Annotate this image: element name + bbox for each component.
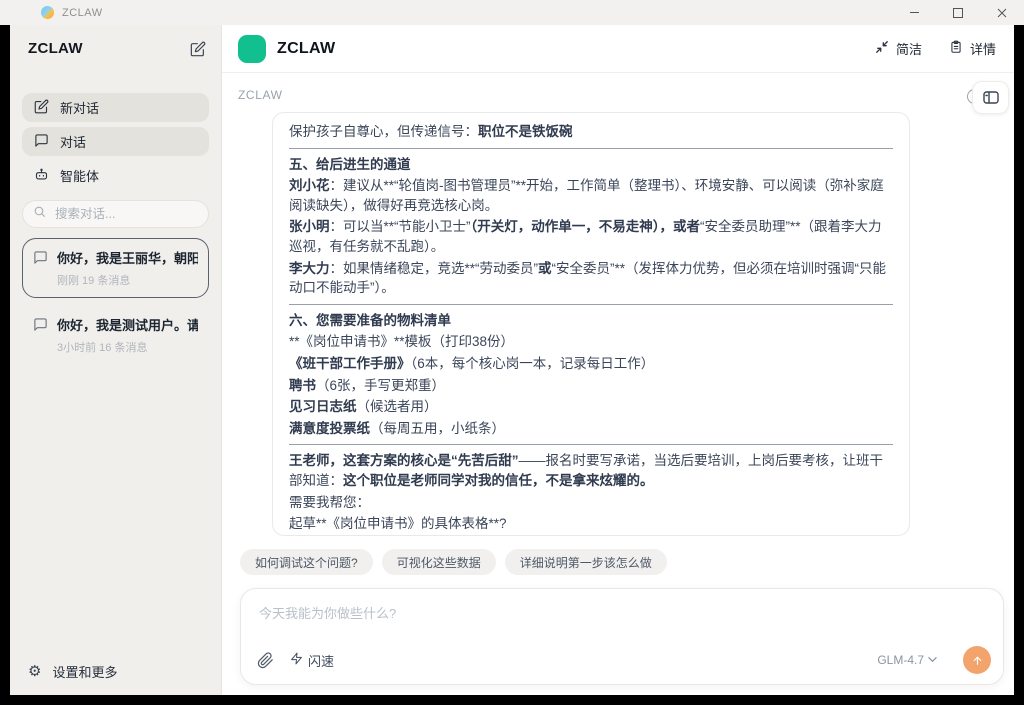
sidebar-item-label: 新对话	[60, 98, 99, 117]
robot-icon	[34, 167, 49, 185]
settings-and-more-button[interactable]: ⚙ 设置和更多	[10, 648, 221, 695]
clipboard-icon	[949, 40, 963, 57]
divider	[289, 444, 893, 445]
search-box[interactable]	[22, 200, 209, 228]
maximize-button[interactable]	[936, 0, 980, 25]
assistant-message: 保护孩子自尊心，但传递信号：职位不是铁饭碗五、给后进生的通道刘小花：建议从**“…	[272, 112, 910, 536]
compact-mode-button[interactable]: 简洁	[875, 39, 922, 58]
divider	[289, 148, 893, 149]
sidebar-item-agents[interactable]: 智能体	[22, 161, 209, 190]
divider	[289, 304, 893, 305]
minimize-button[interactable]	[892, 0, 936, 25]
compose-icon	[34, 99, 49, 117]
settings-label: 设置和更多	[52, 662, 117, 681]
message-paragraph: **《岗位申请书》**模板（打印38份）	[289, 332, 893, 352]
message-paragraph: 李大力：如果情绪稳定，竞选**“劳动委员”或“安全委员”**（发挥体力优势，但必…	[289, 259, 893, 298]
chat-bubble-icon	[33, 250, 48, 288]
action-label: 简洁	[896, 39, 922, 58]
sidebar-title: ZCLAW	[28, 40, 83, 57]
side-panel-toggle-button[interactable]	[972, 81, 1009, 114]
conversation-item[interactable]: 你好，我是王丽华，朝阳区... 刚刚 19 条消息	[22, 238, 209, 298]
message-paragraph: 起草**《岗位申请书》的具体表格**?	[289, 514, 893, 534]
sidebar-item-new-chat[interactable]: 新对话	[22, 93, 209, 122]
os-titlebar: ZCLAW	[0, 0, 1024, 25]
app-window: ZCLAW 新对话 对话 智能体	[10, 25, 1014, 695]
quick-mode-label: 闪速	[308, 651, 334, 670]
search-input[interactable]	[53, 206, 198, 222]
chat-area: ZCLAW 保护孩子自尊心，但传递信号：职位不是铁饭碗五、给后进生的通道刘小花：…	[222, 72, 1014, 695]
composer: 闪速 GLM-4.7	[240, 588, 1004, 685]
message-paragraph: 王老师，这套方案的核心是“先苦后甜”——报名时要写承诺，当选后要培训，上岗后要考…	[289, 451, 893, 490]
send-button[interactable]	[963, 646, 991, 674]
sidebar: ZCLAW 新对话 对话 智能体	[10, 25, 222, 695]
conversation-title: 你好，我是测试用户。请确...	[57, 315, 198, 334]
message-paragraph: 刘小花：建议从**“轮值岗-图书管理员”**开始，工作简单（整理书）、环境安静、…	[289, 176, 893, 215]
gear-icon: ⚙	[28, 664, 41, 679]
lightning-icon	[290, 652, 303, 668]
sidebar-item-label: 对话	[60, 132, 86, 151]
main-panel: ZCLAW 简洁 详情 ZCLAW	[222, 25, 1014, 695]
attach-file-button[interactable]	[257, 652, 274, 669]
message-paragraph: 见习日志纸（候选者用）	[289, 397, 893, 417]
conversation-item[interactable]: 你好，我是测试用户。请确... 3小时前 16 条消息	[22, 305, 209, 365]
search-icon	[33, 205, 46, 223]
model-label: GLM-4.7	[877, 653, 924, 667]
conversation-meta: 3小时前 16 条消息	[57, 339, 198, 355]
brand-title: ZCLAW	[277, 40, 335, 58]
message-paragraph: 六、您需要准备的物料清单	[289, 311, 893, 331]
message-paragraph: 需要我帮您：	[289, 493, 893, 513]
close-button[interactable]	[980, 0, 1024, 25]
message-paragraph: 张小明：可以当**“节能小卫士”（开关灯，动作单一，不易走神），或者“安全委员助…	[289, 217, 893, 256]
chat-bubble-icon	[34, 133, 49, 151]
assistant-avatar	[238, 35, 266, 63]
sidebar-item-label: 智能体	[60, 166, 99, 185]
suggestion-chips: 如何调试这个问题? 可视化这些数据 详细说明第一步该怎么做	[240, 549, 667, 575]
chevron-down-icon	[928, 653, 937, 667]
conversation-meta: 刚刚 19 条消息	[57, 272, 198, 288]
window-title: ZCLAW	[62, 7, 103, 19]
message-paragraph: 聘书（6张，手写更郑重）	[289, 376, 893, 396]
message-body: 保护孩子自尊心，但传递信号：职位不是铁饭碗五、给后进生的通道刘小花：建议从**“…	[289, 122, 893, 536]
collapse-icon	[875, 40, 889, 57]
suggestion-chip[interactable]: 详细说明第一步该怎么做	[505, 549, 667, 575]
app-logo-icon	[41, 6, 54, 19]
message-paragraph: 满意度投票纸（每周五用，小纸条）	[289, 419, 893, 439]
sender-label: ZCLAW	[238, 88, 283, 102]
message-paragraph: 保护孩子自尊心，但传递信号：职位不是铁饭碗	[289, 122, 893, 142]
conversation-title: 你好，我是王丽华，朝阳区...	[57, 248, 198, 267]
suggestion-chip[interactable]: 如何调试这个问题?	[240, 549, 373, 575]
details-mode-button[interactable]: 详情	[949, 39, 996, 58]
message-paragraph: 五、给后进生的通道	[289, 155, 893, 175]
action-label: 详情	[970, 39, 996, 58]
message-paragraph: 《班干部工作手册》（6本，每个核心岗一本，记录每日工作）	[289, 354, 893, 374]
suggestion-chip[interactable]: 可视化这些数据	[382, 549, 496, 575]
chat-bubble-icon	[33, 317, 48, 355]
main-header: ZCLAW 简洁 详情	[222, 25, 1014, 73]
model-selector[interactable]: GLM-4.7	[877, 653, 937, 667]
sidebar-item-chats[interactable]: 对话	[22, 127, 209, 156]
message-input[interactable]	[257, 601, 987, 641]
new-chat-icon-button[interactable]	[190, 41, 206, 57]
quick-mode-button[interactable]: 闪速	[290, 651, 334, 670]
